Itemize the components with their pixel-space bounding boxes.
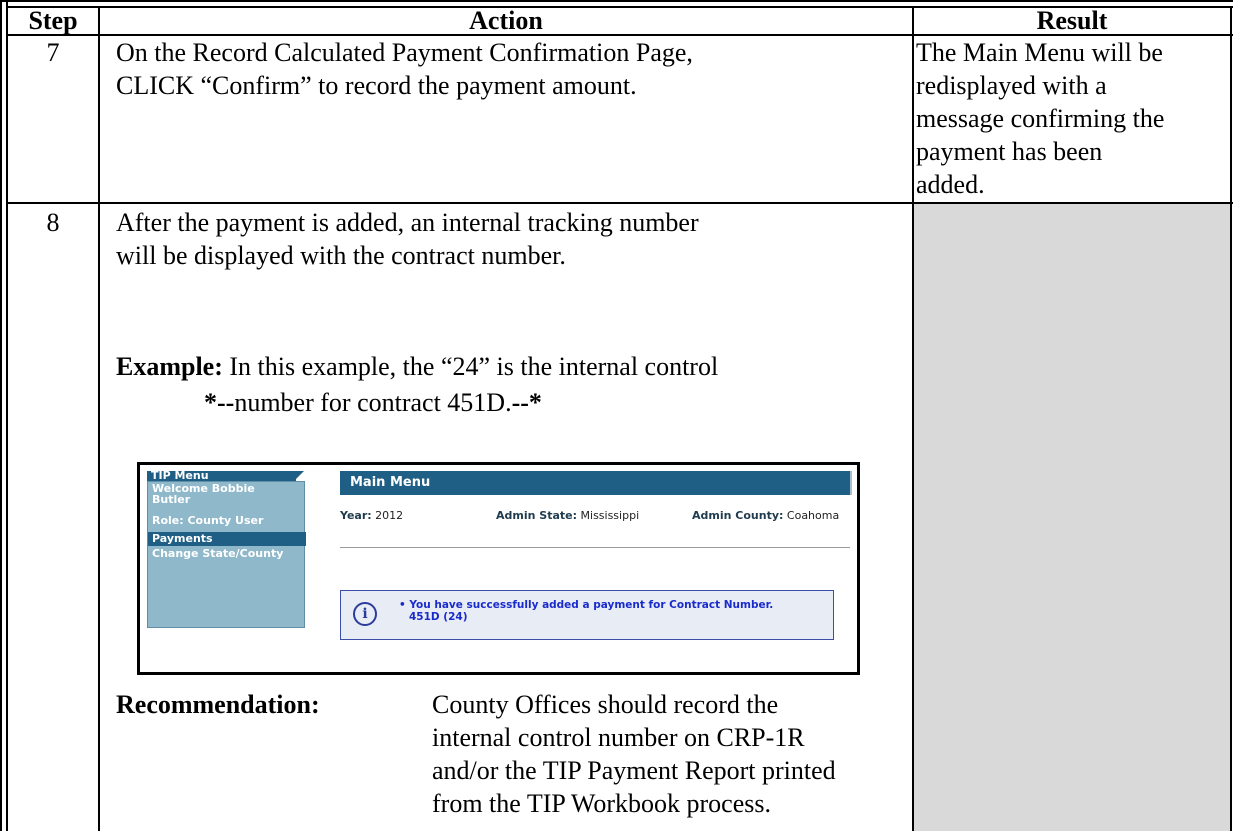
change-marker: *-- <box>204 388 235 417</box>
success-message-box: i • You have successfully added a paymen… <box>340 590 834 640</box>
header-step: Step <box>28 6 78 35</box>
header-result: Result <box>1036 6 1108 35</box>
tip-menu-title: TIP Menu <box>147 470 296 481</box>
result-line: added. <box>916 170 985 199</box>
action-text: On the Record Calculated Payment Confirm… <box>116 36 693 102</box>
table-border <box>6 0 8 831</box>
recommendation-text: County Offices should record the interna… <box>432 688 836 820</box>
change-marker: --* <box>511 388 542 417</box>
table-border <box>0 0 2 831</box>
example-text: In this example, the “24” is the interna… <box>222 352 719 381</box>
result-text: The Main Menu will be redisplayed with a… <box>916 36 1164 201</box>
action-text: After the payment is added, an internal … <box>116 206 699 272</box>
column-divider <box>1230 6 1232 831</box>
table-border <box>0 0 1233 2</box>
tip-menu: TIP Menu Welcome Bobbie Butler Role: Cou… <box>147 470 307 628</box>
procedure-table: Step Action Result 7 On the Record Calcu… <box>0 0 1233 831</box>
message-line: • You have successfully added a payment … <box>399 599 774 611</box>
recommendation-line: internal control number on CRP-1R <box>432 723 805 752</box>
example-text: number for contract 451D. <box>234 388 512 417</box>
success-message: • You have successfully added a payment … <box>399 599 773 623</box>
step-number: 7 <box>46 38 60 67</box>
result-line: payment has been <box>916 137 1103 166</box>
main-menu-title: Main Menu <box>350 475 431 490</box>
step-number: 8 <box>46 208 60 237</box>
admin-county-field: Admin County: Coahoma <box>692 509 839 522</box>
admin-county-value: Coahoma <box>786 509 840 522</box>
admin-county-label: Admin County: <box>692 509 784 522</box>
info-icon: i <box>353 602 377 626</box>
main-menu-bar: Main Menu <box>340 471 852 495</box>
action-line: On the Record Calculated Payment Confirm… <box>116 38 693 67</box>
recommendation-line: County Offices should record the <box>432 690 779 719</box>
contract-number: 451D (24) <box>409 611 468 623</box>
divider <box>340 547 850 548</box>
recommendation-line: and/or the TIP Payment Report printed <box>432 756 836 785</box>
example-line: Example: In this example, the “24” is th… <box>116 350 718 383</box>
admin-state-field: Admin State: Mississippi <box>496 509 639 522</box>
result-line: The Main Menu will be <box>916 38 1163 67</box>
menu-item-payments[interactable]: Payments <box>148 532 306 546</box>
recommendation-label: Recommendation: <box>116 688 320 721</box>
result-line: message confirming the <box>916 104 1165 133</box>
action-line: will be displayed with the contract numb… <box>116 241 566 270</box>
action-line: After the payment is added, an internal … <box>116 208 699 237</box>
year-label: Year: <box>340 509 372 522</box>
role-text: Role: County User <box>152 514 264 527</box>
header-action: Action <box>469 6 543 35</box>
embedded-screenshot: TIP Menu Welcome Bobbie Butler Role: Cou… <box>137 462 860 675</box>
year-field: Year: 2012 <box>340 509 403 522</box>
tip-menu-body: Welcome Bobbie Butler Role: County User … <box>147 481 306 628</box>
example-line-2: *--number for contract 451D.--* <box>204 386 542 419</box>
example-label: Example: <box>116 352 223 381</box>
welcome-name: Butler <box>152 493 191 506</box>
column-divider <box>98 6 100 831</box>
recommendation-line: from the TIP Workbook process. <box>432 789 771 818</box>
action-line: CLICK “Confirm” to record the payment am… <box>116 71 637 100</box>
result-line: redisplayed with a <box>916 71 1107 100</box>
menu-item-change-state-county[interactable]: Change State/County <box>152 548 283 559</box>
year-value: 2012 <box>375 509 404 522</box>
result-shaded-cell <box>914 204 1230 831</box>
recommendation-heading: Recommendation: <box>116 690 320 719</box>
admin-state-label: Admin State: <box>496 509 578 522</box>
admin-state-value: Mississippi <box>580 509 640 522</box>
row-divider <box>6 202 100 204</box>
